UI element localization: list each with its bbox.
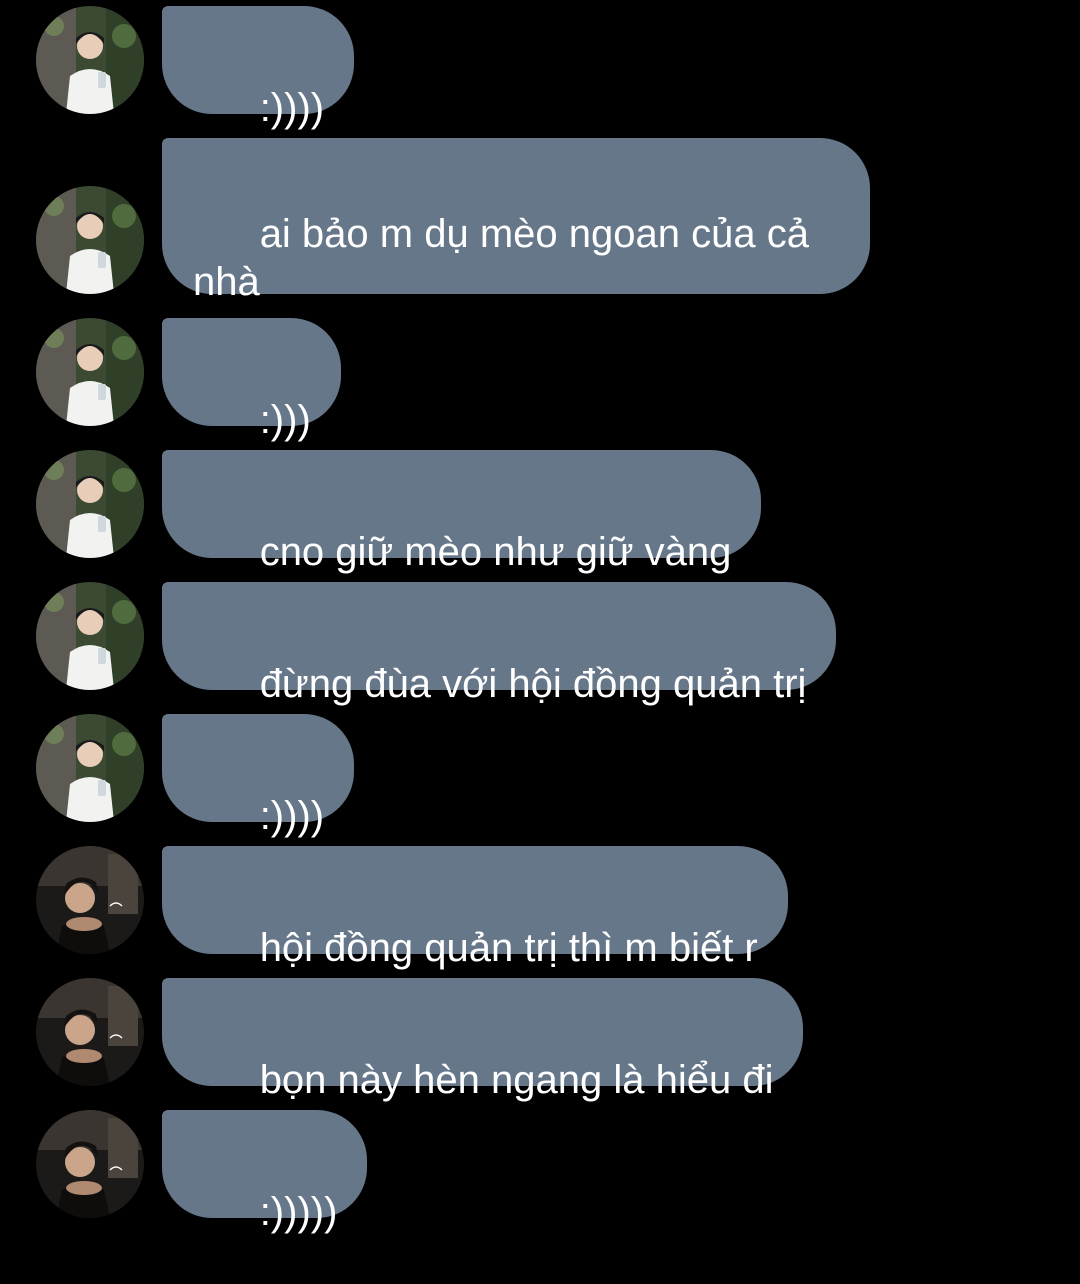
message-row: đừng đùa với hội đồng quản trị <box>0 582 1080 706</box>
avatar-user-a[interactable] <box>36 318 144 426</box>
avatar-photo-icon <box>36 582 144 690</box>
message-text: :)))) <box>259 86 325 130</box>
message-bubble[interactable]: :))))) <box>162 1110 368 1234</box>
avatar-user-a[interactable] <box>36 582 144 690</box>
message-row: :))) <box>0 318 1080 442</box>
chat-thread: :)))) ai bảo m dụ mèo ngoan của cả nhà:… <box>0 0 1080 1234</box>
message-row: bọn này hèn ngang là hiểu đi <box>0 978 1080 1102</box>
avatar-user-a[interactable] <box>36 450 144 558</box>
avatar-user-b[interactable] <box>36 1110 144 1218</box>
avatar-photo-icon <box>36 1110 144 1218</box>
message-row: :)))) <box>0 714 1080 838</box>
avatar-user-a[interactable] <box>36 6 144 114</box>
avatar-photo-icon <box>36 6 144 114</box>
message-bubble[interactable]: cno giữ mèo như giữ vàng <box>162 450 762 574</box>
message-text: :)))) <box>259 794 325 838</box>
message-bubble[interactable]: bọn này hèn ngang là hiểu đi <box>162 978 804 1102</box>
avatar-photo-icon <box>36 846 144 954</box>
avatar-user-a[interactable] <box>36 714 144 822</box>
avatar-photo-icon <box>36 318 144 426</box>
avatar-photo-icon <box>36 714 144 822</box>
message-row: cno giữ mèo như giữ vàng <box>0 450 1080 574</box>
message-text: ai bảo m dụ mèo ngoan của cả nhà <box>193 212 821 304</box>
message-text: :))) <box>259 398 311 442</box>
message-row: hội đồng quản trị thì m biết r <box>0 846 1080 970</box>
avatar-user-b[interactable] <box>36 846 144 954</box>
message-row: ai bảo m dụ mèo ngoan của cả nhà <box>0 138 1080 304</box>
avatar-user-a[interactable] <box>36 186 144 294</box>
message-bubble[interactable]: hội đồng quản trị thì m biết r <box>162 846 788 970</box>
avatar-user-b[interactable] <box>36 978 144 1086</box>
message-bubble[interactable]: :)))) <box>162 714 355 838</box>
message-bubble[interactable]: đừng đùa với hội đồng quản trị <box>162 582 837 706</box>
message-bubble[interactable]: ai bảo m dụ mèo ngoan của cả nhà <box>162 138 870 304</box>
message-bubble[interactable]: :))) <box>162 318 341 442</box>
message-text: hội đồng quản trị thì m biết r <box>259 926 758 970</box>
message-text: cno giữ mèo như giữ vàng <box>259 530 732 574</box>
avatar-photo-icon <box>36 978 144 1086</box>
message-text: :))))) <box>259 1190 338 1234</box>
message-bubble[interactable]: :)))) <box>162 6 355 130</box>
message-row: :)))) <box>0 6 1080 130</box>
avatar-photo-icon <box>36 450 144 558</box>
message-text: bọn này hèn ngang là hiểu đi <box>259 1058 774 1102</box>
message-text: đừng đùa với hội đồng quản trị <box>259 662 807 706</box>
message-row: :))))) <box>0 1110 1080 1234</box>
avatar-photo-icon <box>36 186 144 294</box>
